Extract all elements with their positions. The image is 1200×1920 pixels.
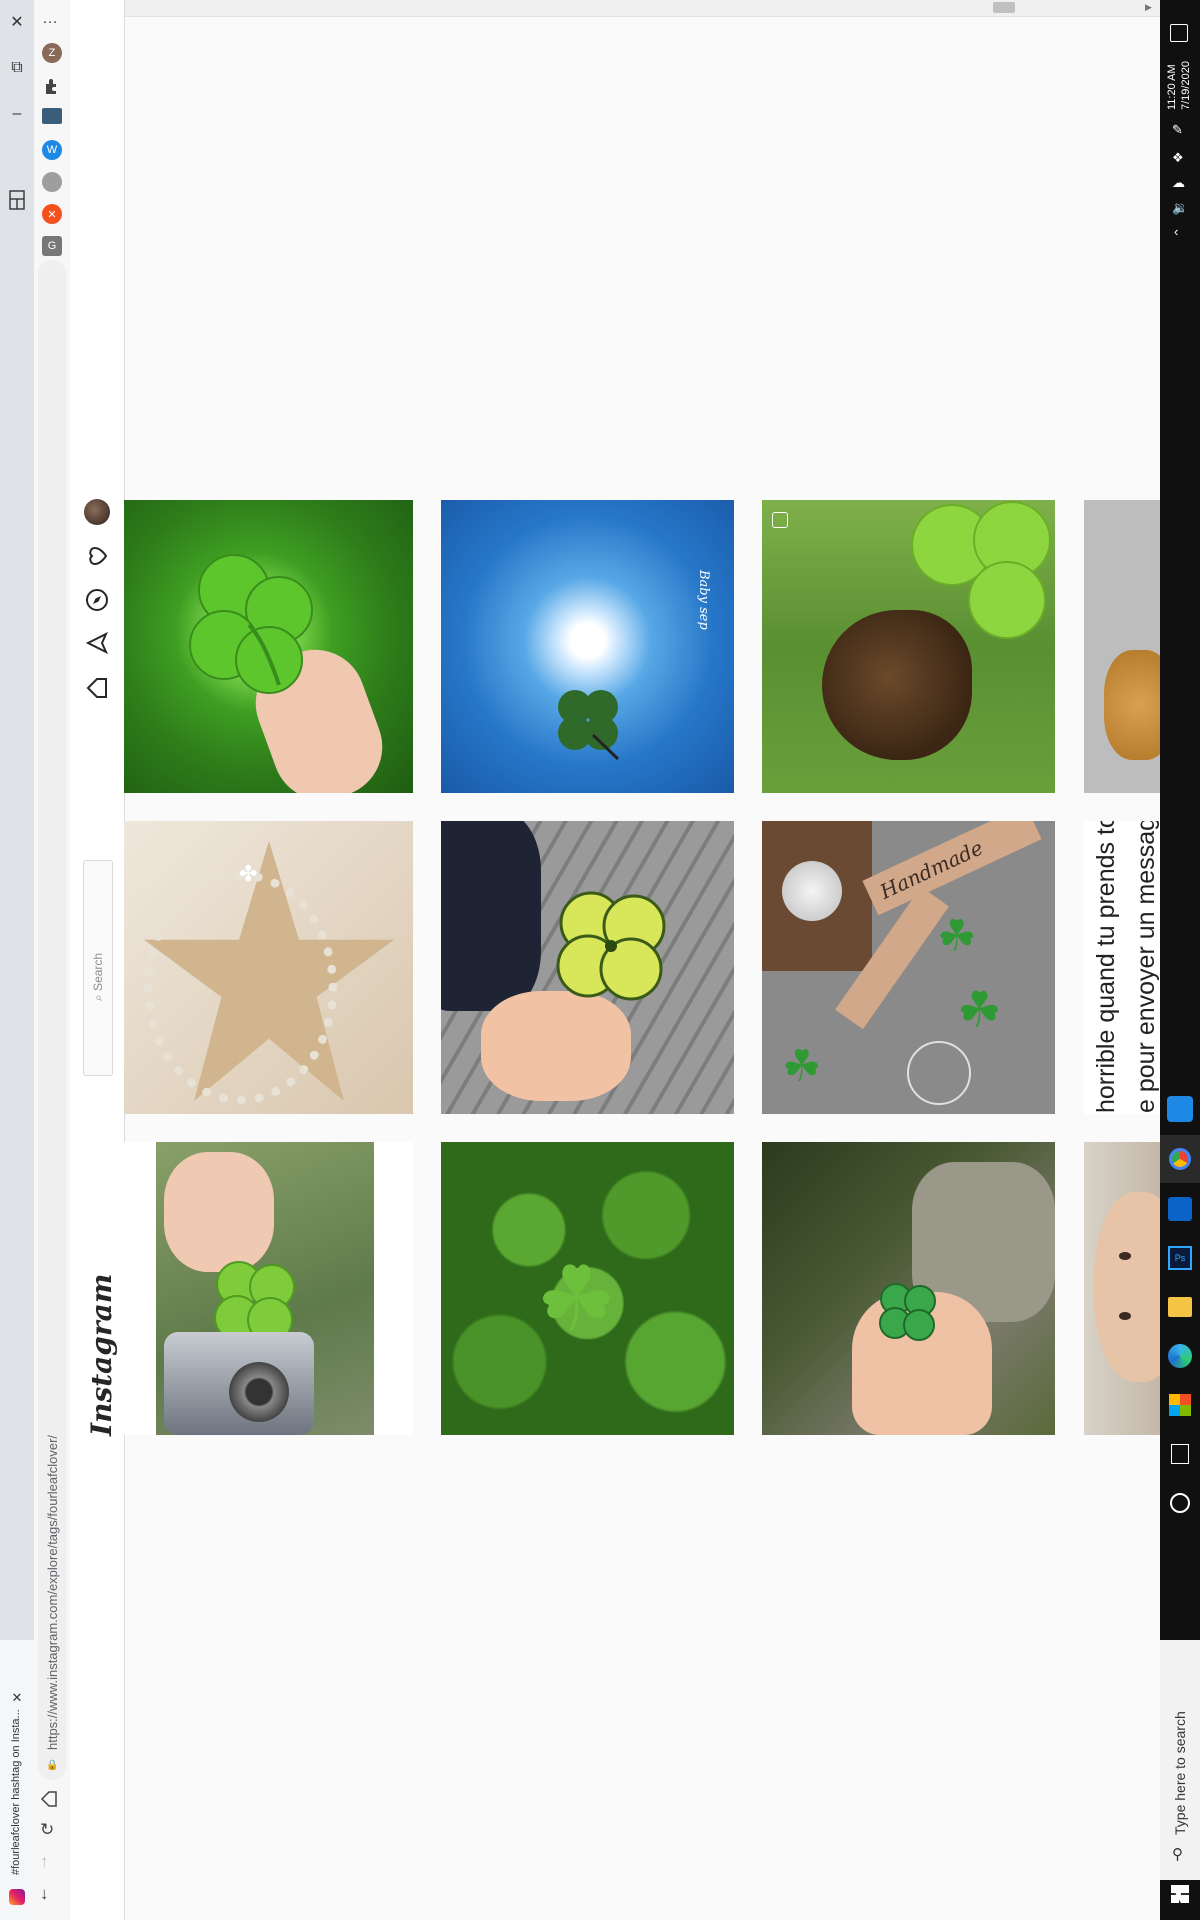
action-center-icon[interactable] [1170,24,1188,42]
post-yellow-clover-wood[interactable] [441,821,734,1114]
post-clover-camera[interactable] [124,1142,413,1435]
camera-lens [229,1362,289,1422]
extension-grey-circle-icon[interactable] [42,172,62,192]
settings-menu-button[interactable]: … [42,10,58,28]
handmade-tag: Handmade [862,821,1042,916]
explore-grid: Baby sep ✤ Handmade ☘ ☘ ☘ horrible quand… [124,0,1160,1920]
windows-taskbar: 11:20 AM 7/19/2020 ✎ ❖ ☁ 🔉 ‹ Ps [1160,0,1200,1920]
active-tab[interactable]: ✕ #fourleafclover hashtag on Insta... [0,1640,34,1920]
post-clover-hand-grass[interactable] [124,500,413,793]
clock-date[interactable]: 7/19/2020 [1180,61,1192,110]
activity-heart-icon[interactable] [84,543,110,569]
refresh-icon[interactable]: ↻ [40,1820,54,1840]
window-chrome: ✕ ⧉ – + [0,0,34,1920]
close-window-icon[interactable]: ✕ [0,6,34,38]
downloads-icon[interactable]: ↓ [40,1884,49,1904]
instagram-favicon [9,1889,25,1905]
text-post-line-1: horrible quand tu prends ton [1092,821,1120,1113]
multi-image-icon [772,512,788,528]
sleeve-shape [441,821,541,1011]
taskbar-app-store[interactable] [1160,1381,1200,1429]
instagram-logo-text: Instagram [85,1273,118,1436]
forward-icon[interactable]: ↑ [40,1852,49,1872]
post-pearl-bracelet-star[interactable]: ✤ [124,821,413,1114]
taskbar-app-edge[interactable] [1160,1332,1200,1380]
post-handmade-tags[interactable]: Handmade ☘ ☘ ☘ [762,821,1055,1114]
post-clover-dog[interactable] [762,500,1055,793]
clover-leaf-icon: ☘ [536,1250,617,1350]
post-clover-hand-rock[interactable] [762,1142,1055,1435]
tab-title: #fourleafclover hashtag on Insta... [10,1709,22,1875]
search-input[interactable]: ⌕ Search [83,860,113,1076]
eye-shape [1119,1252,1131,1260]
taskbar-search-box[interactable]: ⚲ Type here to search [1160,1640,1200,1880]
lock-icon: 🔒 [46,1760,59,1771]
taskbar-app-file-explorer[interactable] [1160,1283,1200,1331]
clover-silhouette [553,685,623,761]
profile-avatar[interactable] [84,499,110,525]
extension-blue-icon[interactable]: W [42,140,62,160]
cortana-icon[interactable] [1160,1479,1200,1527]
volume-icon[interactable]: 🔉 [1172,200,1188,216]
face-shape [1094,1192,1160,1382]
show-hidden-icons-chevron-icon[interactable]: ‹ [1174,224,1178,239]
tab-actions-icon[interactable] [0,184,34,216]
explore-icon[interactable] [84,587,110,613]
jar-lid [782,861,842,921]
cloud-icon[interactable]: ☁ [1172,175,1185,191]
dog-shape [1104,650,1160,760]
clover-leaf-icon-3: ☘ [782,1042,822,1091]
clover-leaf-icon: ☘ [937,912,977,961]
task-view-icon[interactable] [1160,1430,1200,1478]
pearl-bracelet [144,871,337,1104]
pen-icon[interactable]: ✎ [1172,122,1183,138]
post-watermark: Baby sep [696,570,711,630]
profile-button[interactable]: Z [42,43,62,63]
extension-orange-icon[interactable]: ✕ [42,204,62,224]
direct-icon[interactable] [84,630,110,656]
taskbar-app-photoshop[interactable]: Ps [1160,1234,1200,1282]
home-button-icon[interactable] [40,1790,58,1813]
post-clover-field[interactable]: ☘ [441,1142,734,1435]
eye-shape-2 [1119,1312,1131,1320]
clover-shape [546,881,676,1011]
taskbar-app-settings[interactable] [1160,1085,1200,1133]
address-bar[interactable]: 🔒 https://www.instagram.com/explore/tags… [38,260,66,1780]
dropbox-icon[interactable]: ❖ [1172,150,1184,166]
post-text-post[interactable]: horrible quand tu prends ton e pour envo… [1084,821,1160,1114]
clover-shape [174,540,324,710]
home-icon[interactable] [84,675,110,701]
taskbar-app-outlook[interactable] [1160,1185,1200,1233]
glass-jar [907,1041,971,1105]
url-text[interactable]: https://www.instagram.com/explore/tags/f… [45,1435,60,1750]
extension-chart-icon[interactable] [42,108,62,124]
extension-g-icon[interactable]: G [42,236,62,256]
post-small-dog-street[interactable] [1084,500,1160,793]
minimize-window-icon[interactable]: – [0,98,34,130]
taskbar-search-placeholder: Type here to search [1172,1711,1188,1835]
search-placeholder: ⌕ Search [91,952,105,1001]
clover-shape [902,500,1052,650]
text-post-line-2: e pour envoyer un messag [1132,821,1160,1113]
extensions-icon[interactable] [42,76,62,101]
post-clover-sky-sun[interactable]: Baby sep [441,500,734,793]
clover-leaf-icon-2: ☘ [957,982,1002,1038]
clover-charm-icon: ✤ [239,861,258,886]
post-man-face[interactable] [1084,1142,1160,1435]
taskbar-app-chrome[interactable] [1160,1135,1200,1183]
clover-shape [872,1277,942,1347]
clock-time[interactable]: 11:20 AM [1166,64,1178,110]
search-magnifier-icon: ⚲ [1172,1846,1183,1863]
restore-window-icon[interactable]: ⧉ [0,52,34,84]
